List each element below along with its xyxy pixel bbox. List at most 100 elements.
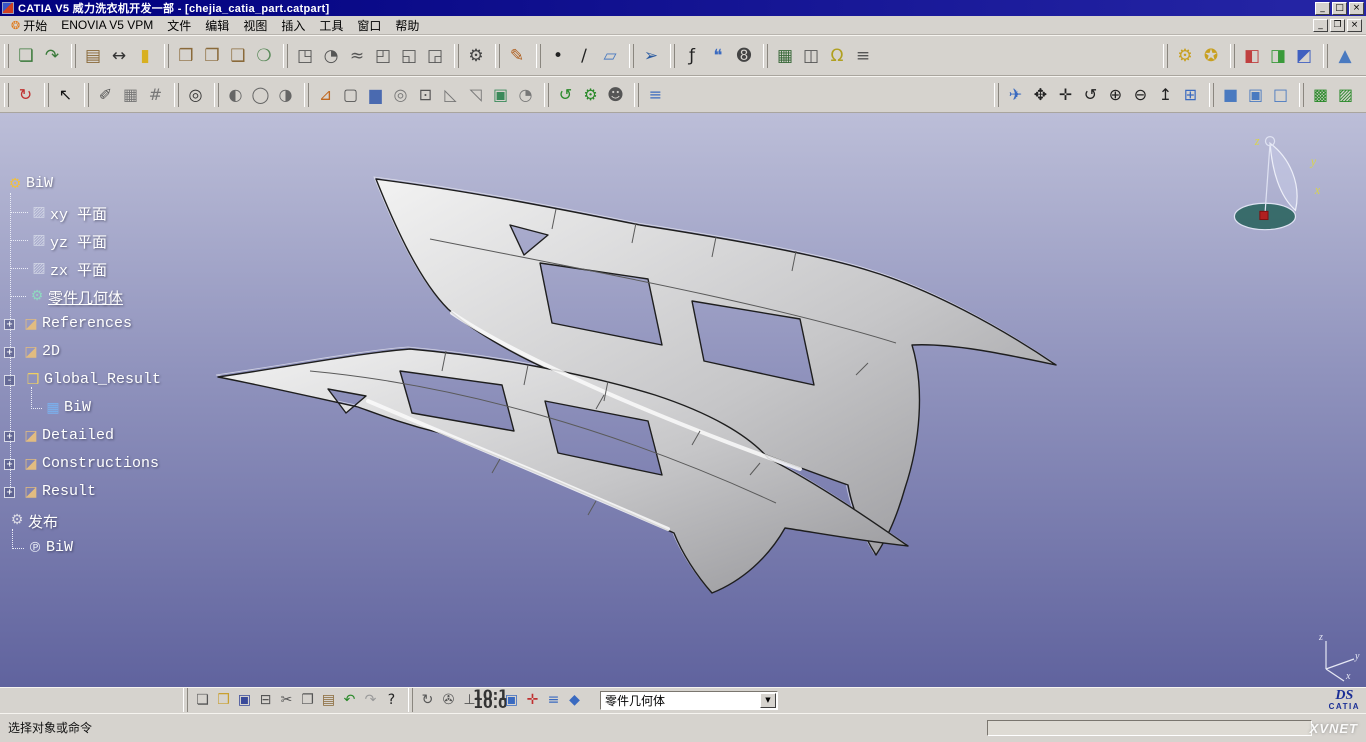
tree-label-global-result[interactable]: Global_Result	[44, 371, 161, 388]
point-icon[interactable]: •	[545, 42, 571, 69]
menu-item-enovia-v5-vpm[interactable]: ENOVIA V5 VPM	[54, 16, 160, 34]
tree-item-biw-global[interactable]: ▦BiW	[0, 395, 300, 423]
toolbar-grip[interactable]	[283, 44, 288, 68]
compass-origin-square[interactable]	[1260, 211, 1268, 219]
tree-item-constructions[interactable]: +◪Constructions	[0, 451, 300, 479]
measure-inertia-icon[interactable]: ▮	[132, 42, 158, 69]
tree-label-biw-publication[interactable]: BiW	[46, 539, 73, 556]
geometrical-set-icon[interactable]: ◪	[22, 344, 40, 360]
menu-item-tools[interactable]: 工具	[312, 15, 350, 36]
scale-display-icon[interactable]: 10:1 10.0	[480, 690, 501, 711]
open-icon[interactable]: ❒	[213, 690, 234, 711]
shaded-cube-icon[interactable]: ■	[1218, 82, 1243, 107]
geometrical-set-icon[interactable]: ◪	[22, 456, 40, 472]
open-set-icon[interactable]: ❒	[24, 372, 42, 388]
wireframe-sphere-icon[interactable]: ◯	[248, 82, 273, 107]
menu-item-help[interactable]: 帮助	[388, 15, 426, 36]
line-icon[interactable]: ∕	[571, 42, 597, 69]
undo-icon[interactable]: ↶	[339, 690, 360, 711]
view-cube-front-icon[interactable]: ◧	[1239, 42, 1265, 69]
copy-icon[interactable]: ❐	[297, 690, 318, 711]
toolbar-grip[interactable]	[4, 44, 9, 68]
tree-label-plane-zx[interactable]: zx 平面	[50, 259, 107, 280]
toolbar-grip[interactable]	[495, 44, 500, 68]
sketch-icon[interactable]: ✎	[504, 42, 530, 69]
toolbar-grip[interactable]	[44, 83, 49, 107]
expander-set-2d[interactable]: +	[4, 347, 15, 358]
compass-3d[interactable]: z y x	[1212, 131, 1324, 248]
current-body-icon[interactable]: ▣	[501, 690, 522, 711]
measure-icon[interactable]: ▤	[80, 42, 106, 69]
grid-icon[interactable]: ▦	[118, 82, 143, 107]
combo-dropdown-icon[interactable]: ▼	[760, 693, 776, 708]
knowledge-ball-icon[interactable]: ➑	[731, 42, 757, 69]
extrude-surface-icon[interactable]: ◳	[292, 42, 318, 69]
knowledge-gear-icon[interactable]: ⚙	[463, 42, 489, 69]
toolbar-grip[interactable]	[4, 83, 9, 107]
fill-surface-icon[interactable]: ◰	[370, 42, 396, 69]
tree-label-constructions[interactable]: Constructions	[42, 455, 159, 472]
plane-icon[interactable]: ▨	[30, 260, 48, 276]
layer-stack-icon[interactable]: ≡	[643, 82, 668, 107]
active-body-combo[interactable]: 零件几何体 ▼	[600, 691, 778, 710]
instantiate-from-selection-icon[interactable]: ❑	[225, 42, 251, 69]
lock-icon[interactable]: Ω	[824, 42, 850, 69]
viewport-3d[interactable]: z y x z y x ⚙BiW▨xy 平面▨yz 平面▨zx 平面⚙零件几何体…	[0, 113, 1366, 687]
menu-item-edit[interactable]: 编辑	[198, 15, 236, 36]
hide-show-icon[interactable]: ▩	[1308, 82, 1333, 107]
macro-gear-icon[interactable]: ⚙	[1172, 42, 1198, 69]
toolbar-grip[interactable]	[454, 44, 459, 68]
thick-surface-icon[interactable]: ◔	[513, 82, 538, 107]
toolbar-grip[interactable]	[304, 83, 309, 107]
toolbar-grip[interactable]	[214, 83, 219, 107]
constraint-gear-icon[interactable]: ⚙	[578, 82, 603, 107]
toolbar-grip[interactable]	[1323, 44, 1328, 68]
toolbar-grip[interactable]	[71, 44, 76, 68]
tree-item-biw-root[interactable]: ⚙BiW	[0, 171, 300, 199]
toolbar-grip[interactable]	[183, 688, 188, 712]
fly-mode-icon[interactable]: ✈	[1003, 82, 1028, 107]
mdi-restore-button[interactable]: ❐	[1330, 19, 1345, 32]
close-button[interactable]: ×	[1349, 2, 1364, 15]
design-table-icon[interactable]: ▦	[772, 42, 798, 69]
mesh-part-icon[interactable]: ▦	[44, 400, 62, 416]
toolbar-grip[interactable]	[164, 44, 169, 68]
hidden-line-sphere-icon[interactable]: ◑	[273, 82, 298, 107]
tree-item-plane-zx[interactable]: ▨zx 平面	[0, 255, 300, 283]
update-icon[interactable]: ↻	[13, 82, 38, 107]
geometrical-set-icon[interactable]: ◪	[22, 316, 40, 332]
redo-icon[interactable]: ↷	[360, 690, 381, 711]
tree-item-plane-xy[interactable]: ▨xy 平面	[0, 199, 300, 227]
toolbar-grip[interactable]	[544, 83, 549, 107]
normal-view-icon[interactable]: ↥	[1153, 82, 1178, 107]
mdi-minimize-button[interactable]: _	[1313, 19, 1328, 32]
sweep-surface-icon[interactable]: ≈	[344, 42, 370, 69]
select-icon[interactable]: ↖	[53, 82, 78, 107]
tree-item-detailed[interactable]: +◪Detailed	[0, 423, 300, 451]
toolbar-grip[interactable]	[84, 83, 89, 107]
revolve-surface-icon[interactable]: ◔	[318, 42, 344, 69]
catalog-browser-icon[interactable]: ❒	[173, 42, 199, 69]
measure-between-icon[interactable]: ↔	[106, 42, 132, 69]
menu-item-insert[interactable]: 插入	[274, 15, 312, 36]
menu-item-window[interactable]: 窗口	[350, 15, 388, 36]
minimize-button[interactable]: _	[1315, 2, 1330, 15]
tree-label-plane-yz[interactable]: yz 平面	[50, 231, 107, 252]
catalog-book-icon[interactable]: ❍	[251, 42, 277, 69]
tree-item-plane-yz[interactable]: ▨yz 平面	[0, 227, 300, 255]
plane-icon[interactable]: ▨	[30, 204, 48, 220]
expander-global-result[interactable]: -	[4, 375, 15, 386]
tree-label-part-body[interactable]: 零件几何体	[48, 287, 123, 308]
snap-to-point-icon[interactable]: #	[143, 82, 168, 107]
axes-xyz-icon[interactable]: ✛	[522, 690, 543, 711]
paste-icon[interactable]: ▤	[318, 690, 339, 711]
fit-all-in-icon[interactable]: ✥	[1028, 82, 1053, 107]
whats-this-icon[interactable]: ?	[381, 690, 402, 711]
geometrical-set-icon[interactable]: ◪	[22, 484, 40, 500]
view-cube-side-icon[interactable]: ◨	[1265, 42, 1291, 69]
tree-label-detailed[interactable]: Detailed	[42, 427, 114, 444]
toolbar-grip[interactable]	[408, 688, 413, 712]
propagate-icon[interactable]: ❏	[13, 42, 39, 69]
menu-item-start[interactable]: ❂开始	[4, 15, 54, 36]
designer-profile-icon[interactable]: ☻	[603, 82, 628, 107]
